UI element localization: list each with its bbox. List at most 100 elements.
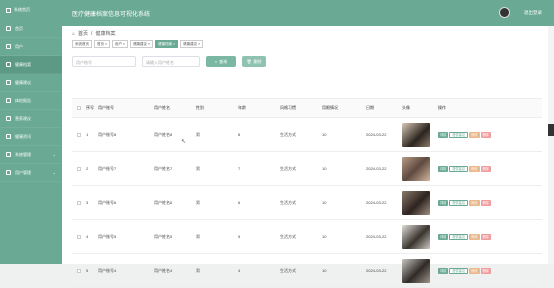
cell-name: 用户姓名7 [154, 165, 173, 171]
cell-habit: 生活方式 [280, 165, 296, 171]
scrollbar[interactable] [548, 26, 554, 264]
header-photo: 头像 [402, 105, 410, 110]
delete-button[interactable]: 删除 [480, 267, 491, 274]
detail-button[interactable]: 详情 [438, 131, 449, 138]
sidebar-item-label: 营养建议 [15, 115, 31, 121]
advice-button[interactable]: 提供建议 [449, 233, 469, 240]
user-photo[interactable] [402, 258, 430, 283]
sidebar-item[interactable]: 健康档案 [0, 56, 62, 74]
sidebar-item[interactable]: 体检报告 [0, 92, 62, 110]
cell-date: 2024-03-22 [366, 166, 387, 171]
chevron-down-icon: ⌄ [52, 170, 56, 175]
cell-date: 2024-03-22 [366, 268, 387, 273]
delete-button[interactable]: 删除 [480, 233, 491, 240]
edit-button[interactable]: 修改 [469, 267, 480, 274]
sidebar-item[interactable]: 健康建议 [0, 74, 62, 92]
sidebar-item[interactable]: 营养建议 [0, 110, 62, 128]
user-photo[interactable] [402, 156, 430, 181]
sidebar-item-label: 健康资讯 [15, 133, 31, 139]
cell-habit: 生活方式 [280, 267, 296, 273]
detail-button[interactable]: 详情 [438, 199, 449, 206]
cell-habit: 生活方式 [280, 199, 296, 205]
advice-button[interactable]: 提供建议 [449, 267, 469, 274]
menu-icon [6, 26, 11, 31]
app-title: 医疗健康档案信息可视化系统 [72, 11, 151, 18]
uid-search-input[interactable]: 用户账号 [72, 56, 136, 67]
detail-button[interactable]: 详情 [438, 165, 449, 172]
tab-tag[interactable]: 用户 × [112, 40, 129, 48]
cell-sex: 男 [196, 267, 200, 273]
sidebar-item[interactable]: 健康资讯 [0, 128, 62, 146]
batch-delete-button[interactable]: 🗑 删除 [242, 56, 266, 67]
cell-name: 用户姓名6 [154, 199, 173, 205]
row-checkbox[interactable] [77, 132, 81, 137]
edit-button[interactable]: 修改 [469, 131, 480, 138]
topbar: 医疗健康档案信息可视化系统 退出登录 [62, 0, 554, 26]
sidebar-item-label: 健康建议 [15, 79, 31, 85]
cell-name: 用户姓名5 [154, 233, 173, 239]
delete-button[interactable]: 删除 [480, 131, 491, 138]
search-icon: ⌕ [214, 59, 218, 64]
cell-uid: 用户账号8 [98, 131, 117, 137]
table-row: 5 用户账号4 用户姓名4 男 4 生活方式 10 2024-03-22 详情 … [72, 254, 542, 288]
edit-button[interactable]: 修改 [469, 165, 480, 172]
table-row: 2 用户账号7 用户姓名7 男 7 生活方式 10 2024-03-22 详情 … [72, 152, 542, 186]
cell-uid: 用户账号4 [98, 267, 117, 273]
detail-button[interactable]: 详情 [438, 233, 449, 240]
cell-idx: 1 [86, 132, 89, 137]
cell-eye: 10 [322, 166, 327, 171]
side-tab[interactable] [548, 124, 554, 136]
header-idx: 序号 [86, 105, 94, 110]
select-all-checkbox[interactable] [77, 106, 81, 110]
cell-sex: 男 [196, 199, 200, 205]
detail-button[interactable]: 详情 [438, 267, 449, 274]
menu-icon [6, 170, 11, 175]
sidebar-item[interactable]: 用户 [0, 38, 62, 56]
query-button[interactable]: ⌕ 查询 [206, 56, 236, 67]
sidebar-item[interactable]: 首页 [0, 20, 62, 38]
user-photo[interactable] [402, 224, 430, 249]
cell-date: 2024-03-22 [366, 200, 387, 205]
cell-age: 6 [238, 200, 241, 205]
tab-tag[interactable]: 健康建议 × [130, 40, 154, 48]
home-icon [6, 7, 11, 13]
tab-tag[interactable]: 健康建议 × [180, 40, 204, 48]
user-photo[interactable] [402, 190, 430, 215]
tab-tag[interactable]: 健康档案 × [155, 40, 179, 48]
edit-button[interactable]: 修改 [469, 233, 480, 240]
tab-tag[interactable]: 首页 × [94, 40, 111, 48]
row-checkbox[interactable] [77, 268, 81, 273]
menu-icon [6, 98, 11, 103]
sidebar-item[interactable]: 系统管理 ⌄ [0, 146, 62, 164]
user-photo[interactable] [402, 122, 430, 147]
cell-eye: 10 [322, 268, 327, 273]
advice-button[interactable]: 提供建议 [449, 131, 469, 138]
sidebar: 系统首页 首页 用户 健康档案 健康建议 体检报告 营养建议 健康资讯 系统管理… [0, 0, 62, 264]
sidebar-brand[interactable]: 系统首页 [0, 0, 62, 20]
cell-uid: 用户账号5 [98, 233, 117, 239]
tab-tag[interactable]: 系统首页 [72, 40, 92, 48]
menu-icon [6, 134, 11, 139]
delete-button[interactable]: 删除 [480, 199, 491, 206]
cell-uid: 用户账号6 [98, 199, 117, 205]
avatar[interactable] [499, 7, 510, 18]
name-search-input[interactable]: 请输入用户姓名 [142, 56, 200, 67]
advice-button[interactable]: 提供建议 [449, 199, 469, 206]
cell-age: 4 [238, 268, 241, 273]
row-checkbox[interactable] [77, 234, 81, 239]
cell-sex: 男 [196, 165, 200, 171]
sidebar-brand-label: 系统首页 [14, 7, 30, 12]
header-age: 年龄 [238, 105, 246, 110]
row-checkbox[interactable] [77, 200, 81, 205]
row-checkbox[interactable] [77, 166, 81, 171]
edit-button[interactable]: 修改 [469, 199, 480, 206]
sidebar-item[interactable]: 用户管理 ⌄ [0, 164, 62, 182]
breadcrumb-home[interactable]: 首页 [78, 30, 88, 37]
delete-button[interactable]: 删除 [480, 165, 491, 172]
advice-button[interactable]: 提供建议 [449, 165, 469, 172]
logout-button[interactable]: 退出登录 [524, 10, 542, 16]
header-habit: 风格习惯 [280, 105, 296, 110]
cell-age: 5 [238, 234, 241, 239]
cell-eye: 10 [322, 234, 327, 239]
cell-date: 2024-03-22 [366, 234, 387, 239]
